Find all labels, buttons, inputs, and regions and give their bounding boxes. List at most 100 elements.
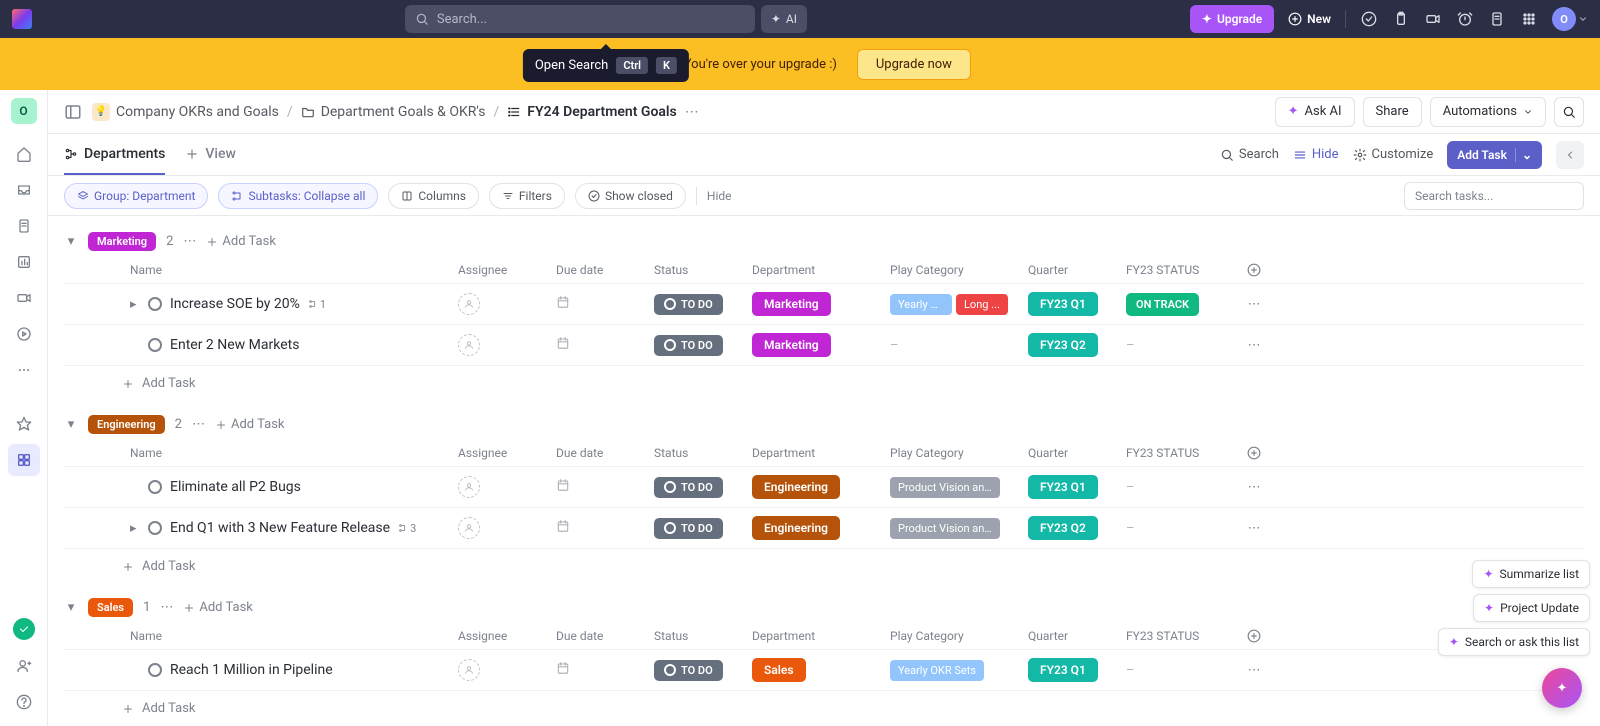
- sidebar-dashboards-icon[interactable]: [8, 246, 40, 278]
- due-date-button[interactable]: [556, 522, 570, 537]
- project-update-button[interactable]: ✦Project Update: [1473, 594, 1590, 622]
- breadcrumb-folder[interactable]: Department Goals & OKR's: [301, 104, 486, 120]
- upgrade-button[interactable]: ✦ Upgrade: [1190, 5, 1274, 33]
- quarter-pill[interactable]: FY23 Q1: [1028, 475, 1098, 499]
- quarter-pill[interactable]: FY23 Q1: [1028, 292, 1098, 316]
- task-more-icon[interactable]: ⋯: [1234, 521, 1274, 536]
- sidebar-clips-icon[interactable]: [8, 282, 40, 314]
- sidebar-status-ok-icon[interactable]: [13, 618, 35, 640]
- column-header[interactable]: Assignee: [458, 263, 548, 277]
- column-header[interactable]: Quarter: [1028, 446, 1118, 460]
- assignee-add-button[interactable]: [458, 476, 480, 498]
- task-name[interactable]: Reach 1 Million in Pipeline: [170, 662, 333, 678]
- group-collapse-icon[interactable]: ▾: [64, 600, 78, 615]
- column-header[interactable]: Status: [654, 446, 744, 460]
- subtask-count[interactable]: 3: [398, 522, 416, 535]
- add-view-button[interactable]: View: [185, 134, 236, 175]
- ai-button[interactable]: ✦ AI: [761, 5, 807, 33]
- column-header[interactable]: Assignee: [458, 446, 548, 460]
- group-add-task[interactable]: Add Task: [183, 600, 253, 615]
- view-search-button[interactable]: Search: [1220, 147, 1279, 162]
- filters-pill[interactable]: Filters: [489, 183, 565, 209]
- ask-ai-button[interactable]: ✦ Ask AI: [1275, 97, 1355, 127]
- column-header[interactable]: Assignee: [458, 629, 548, 643]
- status-pill[interactable]: TO DO: [654, 335, 723, 356]
- column-header[interactable]: Play Category: [890, 263, 1020, 277]
- task-row[interactable]: Reach 1 Million in Pipeline TO DO Sales …: [64, 650, 1584, 691]
- task-more-icon[interactable]: ⋯: [1234, 663, 1274, 678]
- account-menu[interactable]: O: [1552, 7, 1588, 31]
- due-date-button[interactable]: [556, 481, 570, 496]
- status-pill[interactable]: TO DO: [654, 294, 723, 315]
- toggle-sidebar-icon[interactable]: [64, 103, 82, 121]
- column-header[interactable]: Status: [654, 629, 744, 643]
- sidebar-help-icon[interactable]: [8, 686, 40, 718]
- group-more-icon[interactable]: ⋯: [160, 600, 173, 615]
- add-task-row[interactable]: Add Task: [64, 549, 1584, 578]
- status-pill[interactable]: TO DO: [654, 518, 723, 539]
- column-header[interactable]: Name: [130, 446, 450, 460]
- sidebar-spaces-icon[interactable]: [8, 444, 40, 476]
- play-category-pill[interactable]: Yearly OK...: [890, 294, 952, 315]
- add-column-button[interactable]: [1234, 629, 1274, 643]
- sidebar-home-icon[interactable]: [8, 138, 40, 170]
- group-badge[interactable]: Marketing: [88, 232, 156, 251]
- group-add-task[interactable]: Add Task: [206, 234, 276, 249]
- task-name[interactable]: Enter 2 New Markets: [170, 337, 299, 353]
- add-task-row[interactable]: Add Task: [64, 691, 1584, 720]
- app-logo[interactable]: [12, 9, 32, 29]
- department-pill[interactable]: Engineering: [752, 475, 840, 499]
- task-row[interactable]: ▸ Increase SOE by 20% 1 TO DO Marketing …: [64, 284, 1584, 325]
- expand-task-icon[interactable]: ▸: [130, 521, 140, 536]
- play-category-pill[interactable]: Yearly OKR Sets: [890, 660, 984, 681]
- search-tasks-input[interactable]: Search tasks...: [1404, 182, 1584, 210]
- workspace-switcher[interactable]: O: [11, 98, 37, 124]
- column-header[interactable]: Department: [752, 263, 882, 277]
- task-name[interactable]: Increase SOE by 20%: [170, 296, 300, 312]
- column-header[interactable]: Quarter: [1028, 629, 1118, 643]
- column-header[interactable]: FY23 STATUS: [1126, 263, 1226, 277]
- group-collapse-icon[interactable]: ▾: [64, 417, 78, 432]
- assignee-add-button[interactable]: [458, 293, 480, 315]
- fy23-status-pill[interactable]: ON TRACK: [1126, 293, 1199, 316]
- subtask-count[interactable]: 1: [308, 298, 326, 311]
- expand-panel-button[interactable]: [1556, 141, 1584, 169]
- status-circle-icon[interactable]: [148, 521, 162, 535]
- column-header[interactable]: Play Category: [890, 629, 1020, 643]
- play-category-pill[interactable]: Long ...: [956, 294, 1008, 315]
- column-header[interactable]: Quarter: [1028, 263, 1118, 277]
- add-task-button[interactable]: Add Task ⌄: [1447, 141, 1542, 169]
- share-button[interactable]: Share: [1363, 97, 1422, 127]
- chevron-down-icon[interactable]: ⌄: [1515, 148, 1532, 162]
- quarter-pill[interactable]: FY23 Q2: [1028, 516, 1098, 540]
- task-more-icon[interactable]: ⋯: [1234, 297, 1274, 312]
- sidebar-more-icon[interactable]: [8, 354, 40, 386]
- task-name[interactable]: End Q1 with 3 New Feature Release: [170, 520, 390, 536]
- column-header[interactable]: Department: [752, 629, 882, 643]
- column-header[interactable]: Due date: [556, 629, 646, 643]
- subtasks-pill[interactable]: Subtasks: Collapse all: [218, 183, 378, 209]
- view-customize-button[interactable]: Customize: [1353, 147, 1434, 162]
- column-header[interactable]: FY23 STATUS: [1126, 629, 1226, 643]
- play-category-pill[interactable]: Product Vision and ...: [890, 518, 1000, 539]
- column-header[interactable]: FY23 STATUS: [1126, 446, 1226, 460]
- banner-upgrade-button[interactable]: Upgrade now: [857, 49, 971, 80]
- tab-departments[interactable]: Departments: [64, 134, 165, 175]
- column-header[interactable]: Name: [130, 629, 450, 643]
- alarm-icon[interactable]: [1456, 10, 1474, 28]
- apps-grid-icon[interactable]: [1520, 10, 1538, 28]
- columns-pill[interactable]: Columns: [388, 183, 479, 209]
- status-pill[interactable]: TO DO: [654, 477, 723, 498]
- column-header[interactable]: Play Category: [890, 446, 1020, 460]
- group-more-icon[interactable]: ⋯: [192, 417, 205, 432]
- sidebar-docs-icon[interactable]: [8, 210, 40, 242]
- task-row[interactable]: Enter 2 New Markets TO DO Marketing – FY…: [64, 325, 1584, 366]
- expand-task-icon[interactable]: ▸: [130, 297, 140, 312]
- show-closed-pill[interactable]: Show closed: [575, 183, 686, 209]
- task-more-icon[interactable]: ⋯: [1234, 480, 1274, 495]
- due-date-button[interactable]: [556, 298, 570, 313]
- add-column-button[interactable]: [1234, 446, 1274, 460]
- task-name[interactable]: Eliminate all P2 Bugs: [170, 479, 301, 495]
- task-more-icon[interactable]: ⋯: [1234, 338, 1274, 353]
- sidebar-invite-icon[interactable]: [8, 650, 40, 682]
